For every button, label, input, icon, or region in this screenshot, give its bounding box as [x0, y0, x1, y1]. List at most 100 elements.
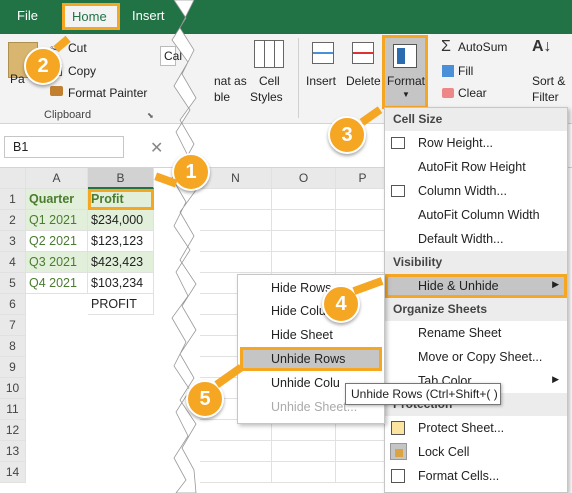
- menu-item-autofit-row[interactable]: AutoFit Row Height: [385, 155, 567, 179]
- cut-button[interactable]: Cut: [68, 41, 87, 55]
- grid-cell[interactable]: [200, 441, 272, 462]
- grid-cell[interactable]: [336, 210, 390, 231]
- grid-cell[interactable]: [88, 378, 154, 399]
- row-header[interactable]: 12: [0, 420, 26, 441]
- grid-cell[interactable]: [88, 462, 154, 483]
- autosum-button[interactable]: AutoSum: [458, 40, 507, 54]
- cell-a2[interactable]: Q1 2021: [26, 210, 88, 231]
- menu-item-hide-unhide[interactable]: Hide & Unhide ▶: [385, 274, 567, 298]
- grid-cell[interactable]: [200, 462, 272, 483]
- grid-cell[interactable]: [200, 189, 272, 210]
- grid-cell[interactable]: [272, 252, 336, 273]
- grid-cell[interactable]: [200, 210, 272, 231]
- grid-cell[interactable]: [88, 336, 154, 357]
- cell-b3[interactable]: $123,123: [88, 231, 154, 252]
- tab-insert[interactable]: Insert: [132, 8, 165, 23]
- row-header[interactable]: 2: [0, 210, 26, 231]
- paste-label[interactable]: Pa: [10, 72, 25, 86]
- submenu-unhide-rows[interactable]: Unhide Rows: [240, 347, 382, 371]
- grid-cell[interactable]: [336, 462, 390, 483]
- row-header[interactable]: 13: [0, 441, 26, 462]
- menu-item-lock-cell[interactable]: Lock Cell: [385, 440, 567, 464]
- sort-filter-label-1[interactable]: Sort &: [532, 74, 565, 88]
- grid-cell[interactable]: [26, 378, 88, 399]
- grid-cell[interactable]: [26, 336, 88, 357]
- column-header-a[interactable]: A: [26, 168, 88, 189]
- cell-styles-label-2[interactable]: Styles: [250, 90, 283, 104]
- tab-home[interactable]: Home: [62, 3, 120, 30]
- column-header-o[interactable]: O: [272, 168, 336, 189]
- grid-cell[interactable]: [272, 189, 336, 210]
- row-header[interactable]: 7: [0, 315, 26, 336]
- menu-item-rename-sheet[interactable]: Rename Sheet: [385, 321, 567, 345]
- grid-cell[interactable]: [88, 357, 154, 378]
- menu-item-column-width[interactable]: Column Width...: [385, 179, 567, 203]
- cell-a4[interactable]: Q3 2021: [26, 252, 88, 273]
- menu-item-autofit-column[interactable]: AutoFit Column Width: [385, 203, 567, 227]
- cell-styles-label-1[interactable]: Cell: [259, 74, 280, 88]
- menu-item-move-copy[interactable]: Move or Copy Sheet...: [385, 345, 567, 369]
- menu-item-default-width[interactable]: Default Width...: [385, 227, 567, 251]
- delete-button[interactable]: Delete: [346, 74, 381, 88]
- grid-cell[interactable]: [26, 441, 88, 462]
- name-box[interactable]: B1: [4, 136, 124, 158]
- grid-cell[interactable]: [272, 231, 336, 252]
- row-header[interactable]: 10: [0, 378, 26, 399]
- format-painter-button[interactable]: Format Painter: [68, 86, 147, 100]
- clear-button[interactable]: Clear: [458, 86, 487, 100]
- grid-cell[interactable]: [26, 357, 88, 378]
- grid-cell[interactable]: [200, 231, 272, 252]
- copy-button[interactable]: Copy: [68, 64, 96, 78]
- grid-cell[interactable]: [26, 399, 88, 420]
- column-header-p[interactable]: P: [336, 168, 390, 189]
- grid-cell[interactable]: [336, 231, 390, 252]
- menu-item-protect-sheet[interactable]: Protect Sheet...: [385, 416, 567, 440]
- grid-cell[interactable]: [272, 441, 336, 462]
- grid-cell[interactable]: [26, 420, 88, 441]
- grid-cell[interactable]: [88, 441, 154, 462]
- sort-filter-label-2[interactable]: Filter: [532, 90, 559, 104]
- insert-button[interactable]: Insert: [306, 74, 336, 88]
- row-header[interactable]: 9: [0, 357, 26, 378]
- cell-b2[interactable]: $234,000: [88, 210, 154, 231]
- grid-cell[interactable]: [336, 441, 390, 462]
- grid-cell[interactable]: [336, 189, 390, 210]
- row-header[interactable]: 1: [0, 189, 26, 210]
- row-header[interactable]: 11: [0, 399, 26, 420]
- cell-a5[interactable]: Q4 2021: [26, 273, 88, 294]
- select-all-corner[interactable]: [0, 168, 26, 189]
- row-header[interactable]: 14: [0, 462, 26, 483]
- menu-item-format-cells[interactable]: Format Cells...: [385, 464, 567, 488]
- row-header[interactable]: 8: [0, 336, 26, 357]
- column-header-n[interactable]: N: [200, 168, 272, 189]
- submenu-hide-columns[interactable]: Hide Colu: [238, 299, 384, 323]
- grid-cell[interactable]: [88, 420, 154, 441]
- grid-cell[interactable]: [88, 315, 154, 336]
- format-as-table-label-1[interactable]: nat as: [214, 74, 247, 88]
- row-header[interactable]: 4: [0, 252, 26, 273]
- grid-cell[interactable]: [88, 399, 154, 420]
- grid-cell[interactable]: [272, 210, 336, 231]
- column-header-b[interactable]: B: [88, 168, 154, 189]
- dialog-launcher-icon[interactable]: ⬊: [147, 111, 154, 120]
- cell-b1[interactable]: Profit: [88, 189, 154, 210]
- cell-b4[interactable]: $423,423: [88, 252, 154, 273]
- grid-cell[interactable]: [272, 462, 336, 483]
- tab-file[interactable]: File: [17, 8, 38, 23]
- fill-button[interactable]: Fill: [458, 64, 473, 78]
- menu-item-row-height[interactable]: Row Height...: [385, 131, 567, 155]
- cell-b6[interactable]: PROFIT: [88, 294, 154, 315]
- cell-a1[interactable]: Quarter: [26, 189, 88, 210]
- grid-cell[interactable]: [26, 315, 88, 336]
- grid-cell[interactable]: [200, 252, 272, 273]
- cancel-icon[interactable]: ✕: [150, 138, 163, 158]
- row-header[interactable]: 6: [0, 294, 26, 315]
- cell-a3[interactable]: Q2 2021: [26, 231, 88, 252]
- row-header[interactable]: 3: [0, 231, 26, 252]
- grid-cell[interactable]: [26, 462, 88, 483]
- cell-b5[interactable]: $103,234: [88, 273, 154, 294]
- format-as-table-label-2[interactable]: ble: [214, 90, 230, 104]
- submenu-hide-sheet[interactable]: Hide Sheet: [238, 323, 384, 347]
- grid-cell[interactable]: [336, 252, 390, 273]
- row-header[interactable]: 5: [0, 273, 26, 294]
